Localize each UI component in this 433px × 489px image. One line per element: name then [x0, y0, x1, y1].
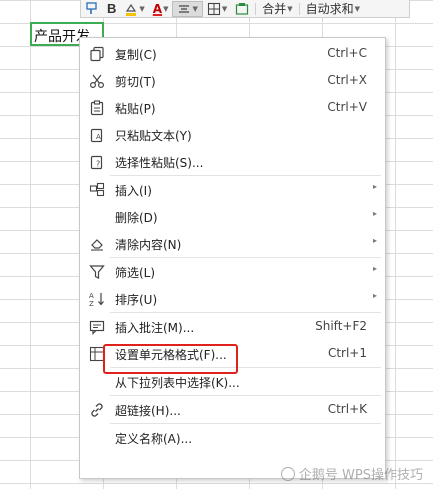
menu-item-sort[interactable]: AZ 排序(U) ▸: [80, 285, 385, 312]
menu-item-shortcut: Shift+F2: [315, 319, 367, 333]
menu-item-insert-comment[interactable]: 插入批注(M)... Shift+F2: [80, 313, 385, 340]
submenu-arrow-icon: ▸: [372, 236, 377, 245]
align-button[interactable]: ▼: [172, 0, 203, 17]
toolbar-divider: [255, 2, 257, 15]
border-icon: [207, 2, 221, 16]
menu-item-shortcut: Ctrl+X: [327, 73, 367, 87]
comment-icon: [88, 318, 106, 336]
menu-item-label: 从下拉列表中选择(K)...: [115, 376, 240, 390]
format-cells-icon: [88, 345, 106, 363]
merge-button[interactable]: 合并 ▼: [258, 1, 296, 17]
submenu-arrow-icon: ▸: [372, 291, 377, 300]
menu-item-label: 粘贴(P): [115, 102, 156, 116]
menu-item-pick-from-list[interactable]: 从下拉列表中选择(K)...: [80, 368, 385, 395]
svg-text:Z: Z: [89, 300, 94, 307]
menu-item-label: 超链接(H)...: [115, 404, 181, 418]
mini-toolbar: B ▼ A ▼ ▼ ▼ 合并 ▼ 自动求和 ▼: [80, 0, 410, 18]
menu-item-shortcut: Ctrl+1: [327, 346, 367, 360]
autosum-label: 自动求和: [305, 2, 354, 16]
menu-item-label: 只粘贴文本(Y): [115, 129, 192, 143]
menu-item-cut[interactable]: 剪切(T) Ctrl+X: [80, 67, 385, 94]
menu-item-shortcut: Ctrl+K: [327, 402, 367, 416]
svg-text:?: ?: [96, 160, 100, 169]
format-painter-icon: [85, 1, 99, 16]
chevron-down-icon: ▼: [354, 4, 361, 13]
chevron-down-icon: ▼: [221, 4, 228, 13]
menu-item-delete[interactable]: 删除(D) ▸: [80, 203, 385, 230]
menu-item-label: 排序(U): [115, 293, 158, 307]
insert-chart-button[interactable]: [231, 1, 253, 17]
align-center-icon: [177, 2, 191, 16]
fill-color-icon: [124, 2, 138, 16]
menu-item-clear-contents[interactable]: 清除内容(N) ▸: [80, 230, 385, 257]
menu-item-label: 筛选(L): [115, 266, 156, 280]
svg-text:A: A: [89, 292, 94, 300]
filter-icon: [88, 263, 106, 281]
menu-item-label: 定义名称(A)...: [115, 432, 193, 446]
merge-label: 合并: [262, 2, 287, 16]
copy-icon: [88, 45, 106, 63]
submenu-arrow-icon: ▸: [372, 182, 377, 191]
svg-text:A: A: [96, 133, 101, 141]
submenu-arrow-icon: ▸: [372, 264, 377, 273]
table-style-icon: [235, 2, 249, 16]
autosum-button[interactable]: 自动求和 ▼: [302, 1, 364, 17]
sort-icon: AZ: [88, 290, 106, 308]
format-painter-button[interactable]: [81, 1, 103, 17]
menu-item-label: 设置单元格格式(F)...: [115, 348, 227, 362]
paste-special-icon: ?: [88, 153, 106, 171]
border-button[interactable]: ▼: [203, 1, 231, 17]
menu-item-paste-text-only[interactable]: A 只粘贴文本(Y): [80, 121, 385, 148]
submenu-arrow-icon: ▸: [372, 209, 377, 218]
menu-item-copy[interactable]: 复制(C) Ctrl+C: [80, 40, 385, 67]
clipboard-icon: [88, 99, 106, 117]
toolbar-divider: [298, 2, 300, 15]
paste-text-icon: A: [88, 126, 106, 144]
menu-item-paste-special[interactable]: ? 选择性粘贴(S)...: [80, 148, 385, 175]
menu-item-label: 选择性粘贴(S)...: [115, 156, 204, 170]
font-color-label: A: [152, 1, 163, 16]
fill-color-button[interactable]: ▼: [120, 1, 148, 17]
chevron-down-icon: ▼: [192, 4, 198, 13]
chevron-down-icon: ▼: [163, 4, 169, 13]
penguin-logo-icon: [280, 466, 295, 481]
font-color-button[interactable]: A ▼: [149, 1, 173, 17]
menu-item-label: 删除(D): [115, 211, 158, 225]
menu-item-define-name[interactable]: 定义名称(A)...: [80, 424, 385, 451]
menu-item-hyperlink[interactable]: 超链接(H)... Ctrl+K: [80, 396, 385, 423]
menu-item-label: 清除内容(N): [115, 238, 182, 252]
context-menu: 复制(C) Ctrl+C 剪切(T) Ctrl+X 粘贴(P) Ctrl+V A…: [79, 37, 386, 479]
menu-item-shortcut: Ctrl+V: [327, 100, 367, 114]
menu-item-label: 剪切(T): [115, 75, 156, 89]
menu-item-format-cells[interactable]: 设置单元格格式(F)... Ctrl+1: [80, 340, 385, 367]
menu-item-label: 插入(I): [115, 184, 152, 198]
bold-button[interactable]: B: [103, 1, 120, 17]
chevron-down-icon: ▼: [287, 4, 293, 13]
menu-item-insert[interactable]: 插入(I) ▸: [80, 176, 385, 203]
menu-item-label: 插入批注(M)...: [115, 321, 195, 335]
scissors-icon: [88, 72, 106, 90]
menu-item-paste[interactable]: 粘贴(P) Ctrl+V: [80, 94, 385, 121]
menu-item-filter[interactable]: 筛选(L) ▸: [80, 258, 385, 285]
chevron-down-icon: ▼: [139, 4, 145, 13]
menu-item-label: 复制(C): [115, 48, 157, 62]
eraser-icon: [88, 235, 106, 253]
link-icon: [88, 401, 106, 419]
insert-cells-icon: [88, 181, 106, 199]
menu-item-shortcut: Ctrl+C: [327, 46, 367, 60]
watermark: 企鹅号 WPS操作技巧: [280, 464, 423, 483]
watermark-text: 企鹅号 WPS操作技巧: [298, 468, 423, 483]
